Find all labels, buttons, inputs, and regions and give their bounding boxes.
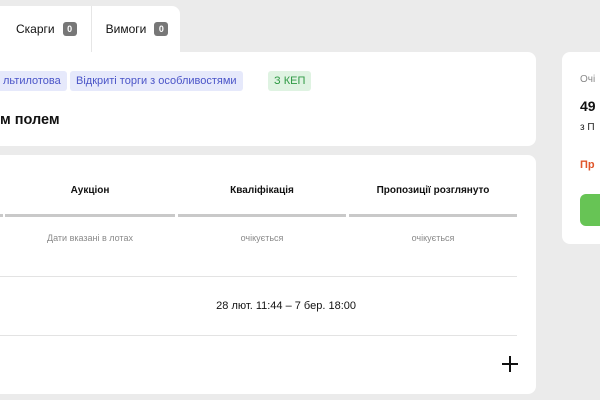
- tab-label: Вимоги: [105, 22, 147, 36]
- stage-qualification-label: Кваліфікація: [230, 185, 294, 196]
- expected-value-amount: 49: [580, 98, 596, 114]
- period-range: 28 лют. 11:44 – 7 бер. 18:00: [216, 300, 356, 312]
- tab-complaints[interactable]: Скарги 0: [0, 6, 92, 52]
- plus-icon[interactable]: [502, 356, 518, 372]
- primary-action-button[interactable]: [580, 194, 600, 226]
- stage-qualification-status: очікується: [240, 233, 284, 243]
- tag-procedure-type: Відкриті торги з особливостями: [70, 71, 243, 91]
- stage-reviewed-label: Пропозиції розглянуто: [376, 185, 490, 196]
- side-summary-card: Очі 49 з П Пр: [562, 52, 600, 244]
- stage-bar: [178, 214, 346, 217]
- divider: [0, 276, 517, 277]
- tag-multilot: льтилотова: [0, 71, 67, 91]
- page-title: м полем: [0, 112, 60, 128]
- vat-note: з П: [580, 122, 595, 133]
- expected-value-label: Очі: [580, 74, 596, 85]
- tab-requirements[interactable]: Вимоги 0: [92, 6, 181, 52]
- tab-label: Скарги: [16, 22, 55, 36]
- tab-count-badge: 0: [154, 22, 169, 36]
- stage-auction-label: Аукціон: [70, 185, 110, 196]
- stage-reviewed-status: очікується: [411, 233, 455, 243]
- divider: [0, 335, 517, 336]
- tag-kep: З КЕП: [268, 71, 312, 91]
- warning-text: Пр: [580, 159, 595, 171]
- stage-bar: [5, 214, 175, 217]
- tender-header-card: льтилотова Відкриті торги з особливостям…: [0, 52, 536, 146]
- timeline-card: Аукціон Дати вказані в лотах Кваліфікаці…: [0, 155, 536, 394]
- stage-bar: [349, 214, 517, 217]
- tabs-bar: Скарги 0 Вимоги 0: [0, 6, 181, 52]
- stage-auction-status: Дати вказані в лотах: [47, 233, 133, 243]
- stage-bar: [0, 214, 3, 217]
- tab-count-badge: 0: [62, 22, 77, 36]
